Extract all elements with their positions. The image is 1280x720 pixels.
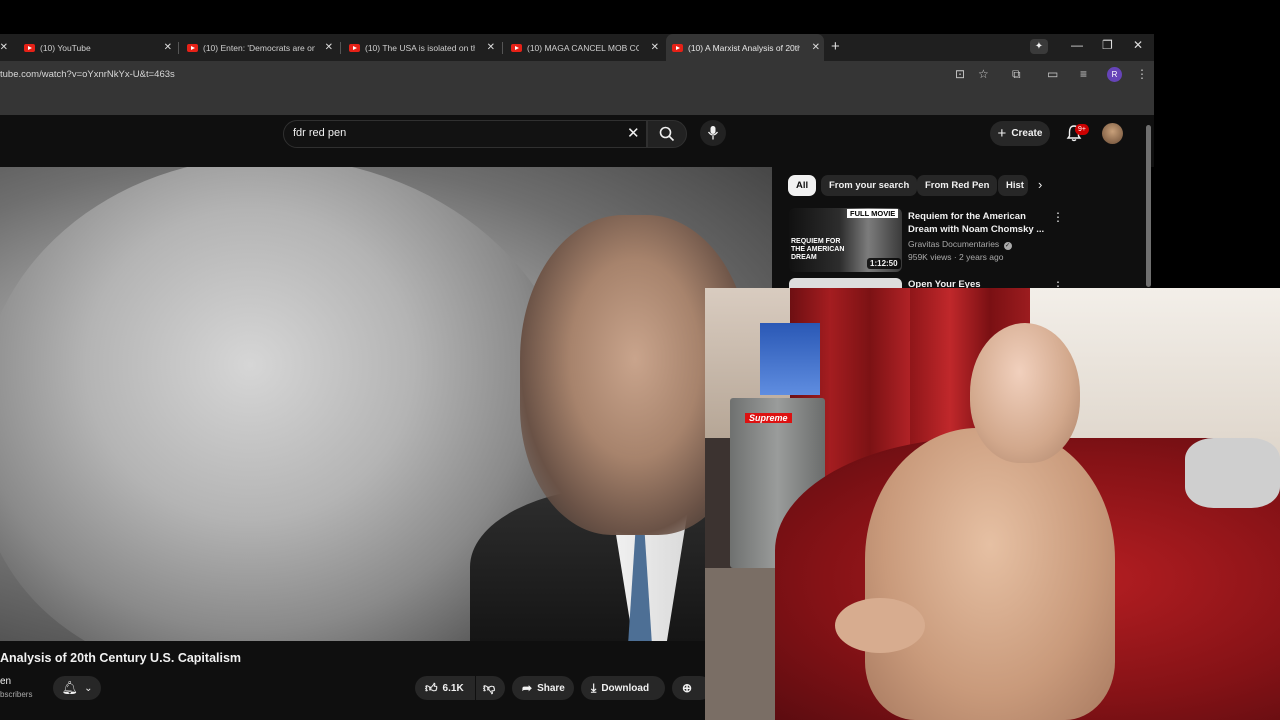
recommendation-thumbnail[interactable] (789, 278, 902, 288)
notification-badge: 9+ (1075, 124, 1089, 135)
screen-top-bar (0, 0, 1280, 34)
close-icon[interactable]: ✕ (164, 42, 172, 53)
chip-history[interactable]: Hist (998, 175, 1028, 196)
youtube-favicon-icon (24, 43, 35, 52)
dislike-button[interactable]: 👎︎ (476, 676, 505, 700)
bell-icon: 🔔︎ (61, 680, 79, 695)
webcam-person-hand (835, 598, 925, 653)
webcam-sticker: Supreme (745, 413, 792, 423)
tab-usa-isolated[interactable]: (10) The USA is isolated on the ✕ (343, 34, 499, 61)
verified-icon: ✓ (1003, 242, 1012, 250)
webcam-overlay: Supreme (705, 288, 1280, 720)
more-menu-icon[interactable]: ⋮ (1136, 67, 1148, 81)
tab-title: (10) The USA is isolated on the (365, 42, 475, 53)
sparkle-icon[interactable]: ✦ (1030, 39, 1048, 54)
account-avatar[interactable] (1102, 123, 1123, 144)
close-icon[interactable]: ✕ (0, 42, 8, 53)
download-button[interactable]: ⤓ Download (581, 676, 665, 700)
recommendation-title[interactable]: Requiem for the American Dream with Noam… (908, 210, 1048, 236)
extensions-icon[interactable]: ⧉ (1012, 67, 1021, 82)
recommendation-channel[interactable]: Gravitas Documentaries ✓ (908, 239, 1012, 250)
bookmark-bar (0, 89, 1154, 115)
restore-icon[interactable]: ❐ (1102, 38, 1113, 52)
close-window-icon[interactable]: ✕ (1133, 38, 1143, 52)
voice-search-button[interactable] (700, 120, 726, 146)
recommendation-meta: 959K views · 2 years ago (908, 252, 1004, 262)
tab-marxist-analysis[interactable]: (10) A Marxist Analysis of 20th C ✕ (666, 34, 824, 61)
download-label: Download (601, 682, 650, 694)
plus-icon: + (997, 125, 1007, 142)
webcam-box (760, 323, 820, 395)
tab-enten[interactable]: (10) Enten: 'Democrats are on t ✕ (181, 34, 337, 61)
webcam-person-body (865, 428, 1115, 720)
channel-name[interactable]: en (0, 676, 11, 687)
download-icon: ⤓ (591, 680, 597, 695)
video-player[interactable] (0, 167, 772, 641)
webcam-pillow (1185, 438, 1280, 508)
tab-title: (10) A Marxist Analysis of 20th C (688, 42, 800, 53)
reading-list-icon[interactable]: ▭ (1047, 67, 1058, 81)
youtube-favicon-icon (187, 43, 198, 52)
video-title: Analysis of 20th Century U.S. Capitalism (0, 651, 242, 665)
share-button[interactable]: ➦ Share (512, 676, 574, 700)
bookmark-star-icon[interactable]: ☆ (978, 67, 989, 81)
tab-title: (10) MAGA CANCEL MOB COM (527, 42, 639, 53)
create-button[interactable]: + Create (990, 121, 1050, 146)
tab-title: (10) Enten: 'Democrats are on t (203, 42, 315, 53)
thumbs-down-icon: 👎︎ (483, 680, 496, 695)
youtube-favicon-icon (349, 43, 360, 52)
screen-right-edge (1154, 34, 1280, 288)
search-icon (659, 126, 675, 142)
new-tab-plus-icon[interactable]: + (831, 38, 840, 55)
tab-title: (10) YouTube (40, 42, 91, 53)
media-controls-icon[interactable]: ≡ (1080, 67, 1087, 81)
video-duration: 1:12:50 (867, 258, 901, 269)
profile-avatar[interactable]: R (1107, 67, 1122, 82)
chip-from-your-search[interactable]: From your search (821, 175, 918, 196)
youtube-favicon-icon (511, 43, 522, 52)
create-label: Create (1011, 128, 1043, 139)
clear-search-icon[interactable]: ✕ (627, 124, 640, 142)
like-button[interactable]: 👍︎ 6.1K (415, 676, 475, 700)
chevron-down-icon: ⌄ (84, 682, 93, 694)
close-icon[interactable]: ✕ (487, 42, 495, 53)
thanks-icon: ⊕ (682, 681, 693, 695)
share-label: Share (537, 682, 565, 694)
tab-maga[interactable]: (10) MAGA CANCEL MOB COM ✕ (505, 34, 663, 61)
url-field[interactable]: tube.com/watch?v=oYxnrNkYx-U&t=463s (0, 69, 175, 80)
tab-strip: ✕ (10) YouTube ✕ (10) Enten: 'Democrats … (0, 34, 1154, 61)
close-icon[interactable]: ✕ (325, 42, 333, 53)
close-icon[interactable]: ✕ (651, 42, 659, 53)
channel-name: Gravitas Documentaries (908, 239, 1000, 249)
scrollbar-thumb[interactable] (1146, 125, 1151, 287)
subscriber-count: bscribers (0, 690, 33, 699)
chevron-right-icon[interactable]: › (1038, 177, 1042, 192)
more-vert-icon[interactable]: ⋮ (1052, 210, 1064, 224)
like-count: 6.1K (442, 682, 464, 694)
thumbs-up-icon: 👍︎ (425, 680, 438, 695)
microphone-icon (707, 126, 719, 140)
thumbnail-subtitle: REQUIEM FOR THE AMERICAN DREAM (791, 238, 845, 261)
chip-all[interactable]: All (788, 175, 817, 196)
youtube-favicon-icon (672, 43, 683, 52)
minimize-icon[interactable]: — (1071, 38, 1083, 52)
subscription-bell-button[interactable]: 🔔︎ ⌄ (53, 676, 101, 700)
install-app-icon[interactable]: ⊡ (955, 67, 965, 81)
search-button[interactable] (647, 120, 687, 148)
share-icon: ➦ (522, 681, 533, 695)
close-icon[interactable]: ✕ (812, 42, 820, 53)
tab-youtube[interactable]: (10) YouTube ✕ (18, 34, 176, 61)
tab-partial[interactable]: ✕ (0, 34, 12, 61)
thumbnail-label: FULL MOVIE (847, 209, 899, 218)
webcam-person-head (970, 323, 1080, 463)
search-query[interactable]: fdr red pen (293, 127, 346, 139)
chip-from-red-pen[interactable]: From Red Pen (917, 175, 998, 196)
